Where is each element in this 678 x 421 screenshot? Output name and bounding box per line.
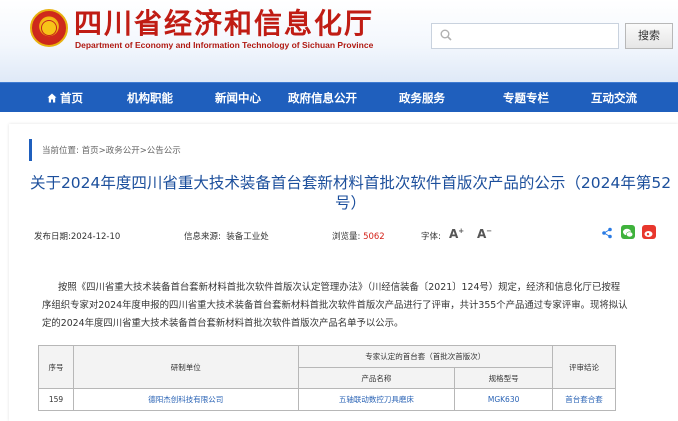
nav-item-interaction[interactable]: 互动交流: [591, 83, 637, 113]
product-table: 序号 研制单位 专家认定的首台套（首批次首版次） 评审结论 产品名称 规格型号 …: [38, 345, 616, 411]
view-count: 浏览量: 5062: [332, 232, 385, 242]
font-increase-button[interactable]: A+: [449, 227, 464, 241]
home-icon: [47, 93, 57, 103]
wechat-icon[interactable]: [621, 225, 635, 239]
breadcrumb[interactable]: 当前位置: 首页>政务公开>公告公示: [42, 144, 181, 156]
weibo-icon[interactable]: [642, 225, 656, 239]
col-header-group: 专家认定的首台套（首批次首版次）: [297, 345, 554, 368]
emblem-icon: [30, 9, 68, 47]
site-subtitle: Department of Economy and Information Te…: [75, 40, 374, 50]
publish-date: 发布日期:2024-12-10: [34, 232, 121, 242]
col-header-model: 规格型号: [454, 367, 554, 389]
search-button[interactable]: 搜索: [625, 23, 673, 49]
main-nav: 首页 机构职能 新闻中心 政府信息公开 政务服务 专题专栏 互动交流: [0, 82, 678, 112]
col-header-index: 序号: [38, 345, 74, 389]
nav-label: 首页: [60, 91, 83, 105]
search-icon: [440, 29, 452, 41]
nav-item-services[interactable]: 政务服务: [399, 83, 445, 113]
col-header-product: 产品名称: [297, 367, 456, 389]
nav-item-functions[interactable]: 机构职能: [127, 83, 173, 113]
body-paragraph-line3: 定的2024年度四川省重大技术装备首台套新材料首批次软件首版次产品名单予以公示。: [42, 318, 404, 329]
font-size-label: 字体:: [421, 232, 441, 242]
cell-unit: 德阳杰创科技有限公司: [72, 388, 299, 411]
nav-item-gov-info[interactable]: 政府信息公开: [288, 83, 357, 113]
nav-item-topics[interactable]: 专题专栏: [503, 83, 549, 113]
cell-conclusion: 首台套合套: [552, 388, 616, 411]
body-paragraph-line2: 序组织专家对2024年度申报的四川省重大技术装备首台套新材料首批次软件首版次产品…: [42, 300, 628, 311]
breadcrumb-marker: [29, 139, 32, 161]
body-paragraph-line1: 按照《四川省重大技术装备首台套新材料首批次软件首版次认定管理办法》（川经信装备〔…: [58, 282, 621, 293]
table-row: 159 德阳杰创科技有限公司 五轴联动数控刀具磨床 MGK630 首台套合套: [38, 388, 616, 411]
info-source: 信息来源: 装备工业处: [184, 232, 269, 242]
search-input[interactable]: [431, 23, 619, 49]
cell-index: 159: [38, 388, 74, 411]
site-header: 四川省经济和信息化厅 Department of Economy and Inf…: [0, 0, 678, 82]
page-title-line2: 号）: [334, 194, 366, 212]
share-icon[interactable]: [601, 227, 613, 239]
nav-item-home[interactable]: 首页: [47, 83, 83, 113]
cell-model: MGK630: [454, 388, 554, 411]
col-header-conclusion: 评审结论: [552, 345, 616, 389]
page-title: 关于2024年度四川省重大技术装备首台套新材料首批次软件首版次产品的公示（202…: [23, 173, 678, 213]
nav-item-news[interactable]: 新闻中心: [215, 83, 261, 113]
font-decrease-button[interactable]: A−: [477, 227, 492, 241]
page-title-line1: 关于2024年度四川省重大技术装备首台套新材料首批次软件首版次产品的公示（202…: [29, 174, 672, 192]
site-title[interactable]: 四川省经济和信息化厅: [74, 8, 374, 40]
cell-product: 五轴联动数控刀具磨床: [297, 388, 456, 411]
col-header-unit: 研制单位: [72, 345, 299, 389]
table-header-row: 序号 研制单位 专家认定的首台套（首批次首版次） 评审结论: [38, 345, 616, 389]
